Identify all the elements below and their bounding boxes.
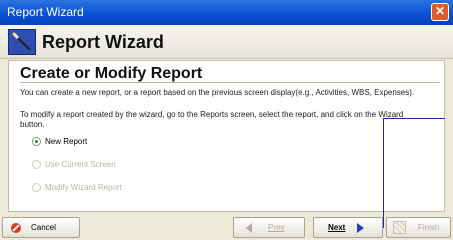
content-panel: Create or Modify Report You can create a… bbox=[8, 60, 445, 212]
radio-selected-icon bbox=[32, 137, 41, 146]
next-button[interactable]: Next bbox=[313, 217, 383, 238]
divider bbox=[20, 82, 440, 83]
radio-icon bbox=[32, 183, 41, 192]
description-2: To modify a report created by the wizard… bbox=[20, 110, 404, 119]
radio-new-report[interactable]: New Report bbox=[32, 137, 87, 146]
arrow-right-icon bbox=[357, 222, 365, 233]
arrow-left-icon bbox=[246, 222, 252, 233]
radio-icon bbox=[32, 160, 41, 169]
finish-label: Finish bbox=[418, 223, 440, 232]
description-2-continued: button. bbox=[20, 120, 45, 129]
cancel-label: Cancel bbox=[31, 223, 56, 232]
next-label: Next bbox=[328, 223, 346, 232]
radio-modify-wizard-report[interactable]: Modify Wizard Report bbox=[32, 183, 122, 192]
callout-line bbox=[383, 118, 384, 228]
callout-line bbox=[383, 118, 445, 119]
finish-flag-icon bbox=[393, 221, 406, 234]
radio-modify-wizard-report-label: Modify Wizard Report bbox=[45, 183, 122, 192]
close-icon[interactable]: ✕ bbox=[431, 3, 449, 21]
prev-label: Prev bbox=[268, 223, 285, 232]
wizard-header-title: Report Wizard bbox=[42, 32, 164, 52]
window-title: Report Wizard bbox=[7, 5, 84, 19]
page-title: Create or Modify Report bbox=[20, 65, 203, 82]
title-bar: Report Wizard ✕ bbox=[0, 0, 453, 25]
cancel-button[interactable]: Cancel bbox=[2, 217, 80, 238]
prev-button[interactable]: Prev bbox=[233, 217, 305, 238]
radio-use-current-screen-label: Use Current Screen bbox=[45, 160, 116, 169]
description-1: You can create a new report, or a report… bbox=[20, 88, 415, 97]
finish-button[interactable]: Finish bbox=[386, 217, 451, 238]
wand-icon bbox=[8, 29, 36, 55]
radio-use-current-screen[interactable]: Use Current Screen bbox=[32, 160, 116, 169]
cancel-icon bbox=[11, 222, 21, 233]
radio-new-report-label: New Report bbox=[45, 137, 88, 146]
wizard-header: Report Wizard bbox=[0, 25, 453, 59]
